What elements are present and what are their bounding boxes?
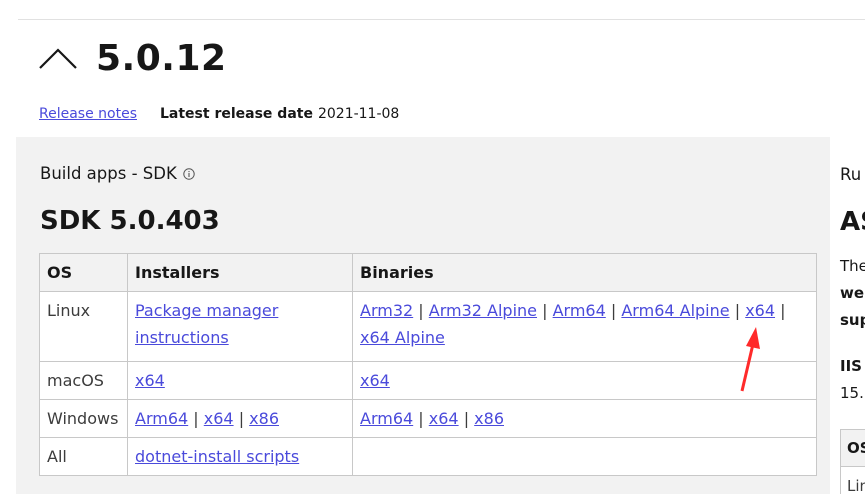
separator: | (734, 301, 741, 320)
dotnet-install-scripts-link[interactable]: dotnet-install scripts (135, 447, 299, 466)
runtime-table-header: OS (840, 429, 865, 468)
windows-binary-arm64-link[interactable]: Arm64 (360, 409, 413, 428)
latest-release-label: Latest release date (160, 106, 313, 122)
binaries-cell: Arm64 | x64 | x86 (352, 399, 817, 438)
table-header-row: OS Installers Binaries (39, 253, 817, 292)
linux-arm64-alpine-link[interactable]: Arm64 Alpine (621, 301, 729, 320)
separator: | (463, 409, 470, 428)
separator: | (238, 409, 245, 428)
version-title: 5.0.12 (96, 37, 227, 79)
separator: | (610, 301, 617, 320)
binaries-cell (352, 437, 817, 476)
table-row-linux: Linux Package manager instructions Arm32 … (39, 291, 817, 362)
separator: | (542, 301, 548, 320)
runtime-text-1: The (840, 257, 865, 275)
os-cell: All (39, 437, 128, 476)
windows-binary-x86-link[interactable]: x86 (474, 409, 504, 428)
windows-installer-x86-link[interactable]: x86 (249, 409, 279, 428)
build-apps-label: Build apps - SDK (40, 164, 177, 183)
header-os: OS (39, 253, 128, 292)
installers-cell: Package manager instructions (127, 291, 353, 362)
binaries-cell: x64 (352, 361, 817, 400)
separator: | (780, 301, 786, 320)
header-installers: Installers (127, 253, 353, 292)
linux-package-manager-link[interactable]: Package manager instructions (135, 301, 278, 347)
separator: | (193, 409, 199, 428)
runtime-row-os: Lin (847, 477, 865, 494)
linux-arm64-link[interactable]: Arm64 (553, 301, 606, 320)
linux-arm32-link[interactable]: Arm32 (360, 301, 413, 320)
release-info: Release notes Latest release date 2021-1… (39, 106, 399, 122)
runtime-title: AS (840, 207, 865, 237)
linux-arm32-alpine-link[interactable]: Arm32 Alpine (429, 301, 537, 320)
macos-binary-x64-link[interactable]: x64 (360, 371, 390, 390)
runtime-text-2: we (840, 284, 865, 302)
latest-release-date: 2021-11-08 (317, 106, 400, 122)
runtime-section-label: Ru (840, 165, 862, 184)
separator: | (418, 301, 424, 320)
header-binaries: Binaries (352, 253, 817, 292)
installers-cell: dotnet-install scripts (127, 437, 353, 476)
installers-cell: x64 (127, 361, 353, 400)
binaries-cell: Arm32 | Arm32 Alpine | Arm64 | Arm64 Alp… (352, 291, 817, 362)
top-divider (18, 19, 865, 20)
linux-x64-link[interactable]: x64 (745, 301, 775, 320)
runtime-header-os: OS (847, 439, 865, 457)
runtime-table-row: Lin (840, 466, 865, 494)
version-header[interactable]: 5.0.12 (38, 36, 227, 80)
table-row-all: All dotnet-install scripts (39, 437, 817, 476)
release-notes-link[interactable]: Release notes (39, 106, 137, 122)
info-icon[interactable] (183, 167, 195, 180)
runtime-text-5: 15. (840, 384, 864, 402)
windows-installer-arm64-link[interactable]: Arm64 (135, 409, 188, 428)
runtime-text-4: IIS (840, 357, 862, 375)
os-cell: Windows (39, 399, 128, 438)
table-row-macos: macOS x64 x64 (39, 361, 817, 400)
runtime-panel: Ru AS The we sup IIS 15. OS Lin (830, 137, 865, 494)
chevron-up-icon[interactable] (38, 38, 78, 78)
sdk-section-label: Build apps - SDK (40, 164, 195, 183)
macos-installer-x64-link[interactable]: x64 (135, 371, 165, 390)
sdk-downloads-table: OS Installers Binaries Linux Package man… (39, 253, 817, 476)
separator: | (418, 409, 424, 428)
installers-cell: Arm64 | x64 | x86 (127, 399, 353, 438)
os-cell: macOS (39, 361, 128, 400)
runtime-text-3: sup (840, 311, 865, 329)
linux-x64-alpine-link[interactable]: x64 Alpine (360, 328, 445, 347)
windows-binary-x64-link[interactable]: x64 (429, 409, 459, 428)
table-row-windows: Windows Arm64 | x64 | x86 Arm64 | x64 | … (39, 399, 817, 438)
sdk-title: SDK 5.0.403 (40, 206, 220, 236)
os-cell: Linux (39, 291, 128, 362)
windows-installer-x64-link[interactable]: x64 (204, 409, 234, 428)
